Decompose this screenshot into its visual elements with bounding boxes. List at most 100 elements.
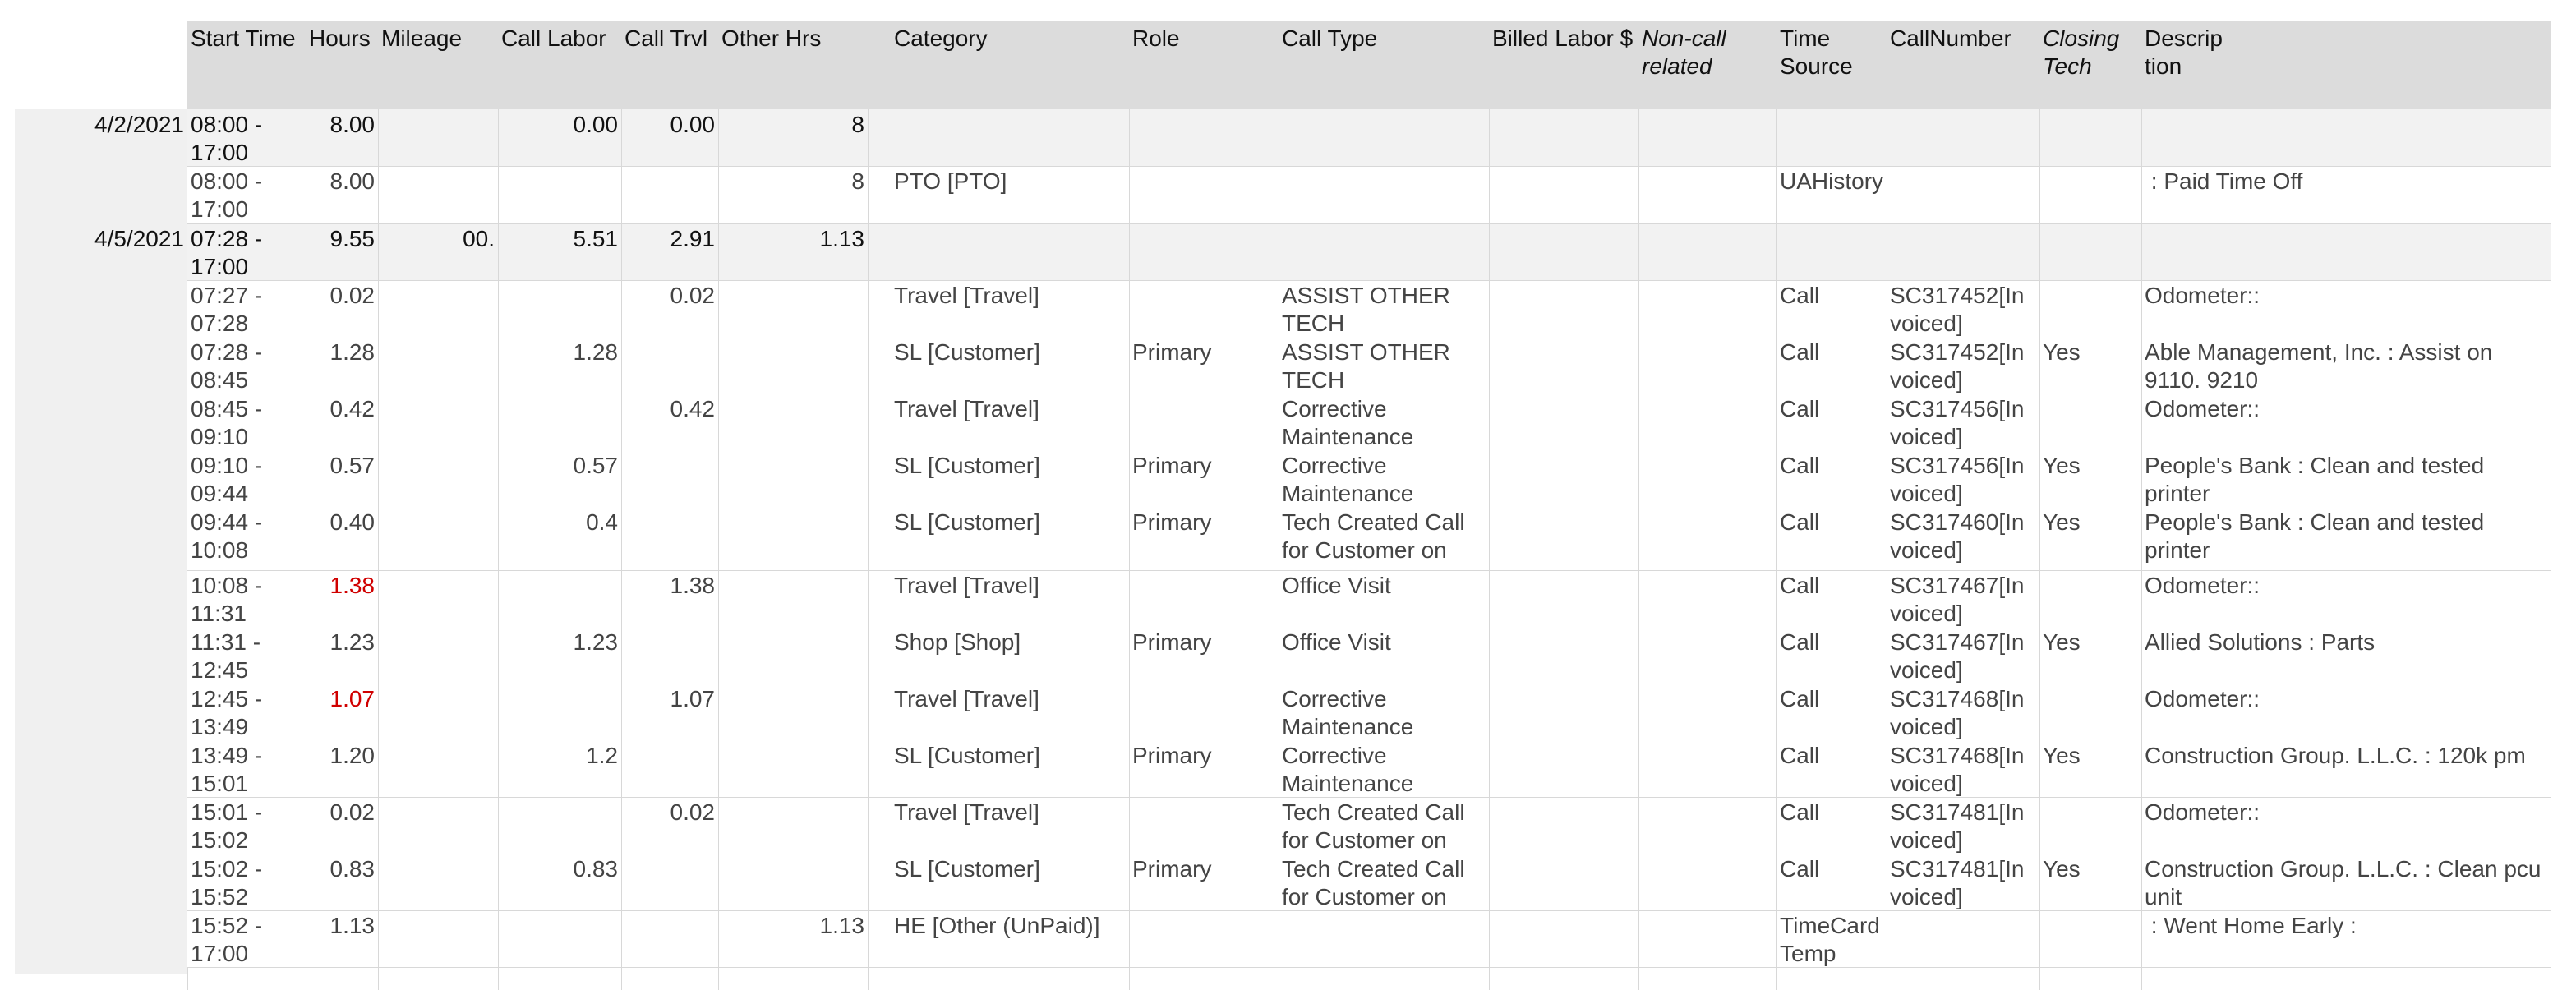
cell-call-labor: 0.4: [586, 509, 618, 535]
cell-time-source: Call: [1780, 743, 1820, 768]
cell-call-number: SC317456[In voiced]: [1890, 396, 2025, 449]
cell-call-number: SC317481[In voiced]: [1890, 856, 2025, 909]
cell-hours: 0.57: [329, 453, 376, 478]
cell-role: Primary: [1132, 509, 1212, 535]
cell-mileage: 00.: [463, 226, 495, 251]
cell-call-trvl: 0.02: [670, 283, 716, 308]
cell-description: Odometer::: [2145, 686, 2260, 711]
cell-hours: 1.38: [329, 573, 376, 598]
cell-description: People's Bank : Clean and tested printer: [2145, 509, 2485, 563]
column-header-call-type[interactable]: Call Type: [1279, 21, 1489, 53]
cell-call-trvl: 1.07: [670, 686, 716, 711]
cell-time-source: UAHistory: [1780, 168, 1884, 194]
column-header-other-hrs[interactable]: Other Hrs: [718, 21, 891, 53]
cell-call-number: SC317481[In voiced]: [1890, 799, 2025, 853]
cell-other-hrs: 8: [851, 168, 864, 194]
cell-description: Able Management, Inc. : Assist on 9110. …: [2145, 339, 2493, 393]
cell-call-type: Corrective Maintenance: [1282, 686, 1414, 739]
cell-start-time: 07:27 - 07:28: [191, 283, 263, 336]
summary-row[interactable]: [0, 109, 2576, 166]
column-header-description[interactable]: Descrip tion: [2141, 21, 2551, 81]
cell-call-type: ASSIST OTHER TECH: [1282, 283, 1450, 336]
cell-call-labor: 1.23: [573, 629, 619, 655]
column-header-closing-tech[interactable]: Closing Tech: [2039, 21, 2141, 81]
cell-time-source: Call: [1780, 856, 1820, 882]
cell-category: HE [Other (UnPaid)]: [894, 913, 1100, 938]
cell-call-trvl: 0.42: [670, 396, 716, 421]
cell-start-time: 08:00 - 17:00: [191, 168, 263, 222]
row-divider: [187, 967, 2551, 968]
cell-time-source: Call: [1780, 339, 1820, 365]
cell-role: Primary: [1132, 629, 1212, 655]
cell-category: Shop [Shop]: [894, 629, 1021, 655]
cell-other-hrs: 8: [851, 112, 864, 137]
cell-closing-tech: Yes: [2043, 339, 2081, 365]
cell-time-source: Call: [1780, 799, 1820, 825]
cell-start-time: 09:10 - 09:44: [191, 453, 263, 506]
column-header-time-source[interactable]: Time Source: [1776, 21, 1887, 81]
cell-description: Construction Group. L.L.C. : Clean pcu u…: [2145, 856, 2541, 909]
cell-description: : Paid Time Off: [2145, 168, 2303, 194]
cell-category: SL [Customer]: [894, 509, 1040, 535]
column-header-call-number[interactable]: CallNumber: [1887, 21, 2039, 53]
column-header-start-time[interactable]: Start Time: [187, 21, 306, 53]
cell-hours: 1.23: [329, 629, 376, 655]
cell-start-time: 13:49 - 15:01: [191, 743, 263, 796]
cell-call-type: Corrective Maintenance: [1282, 453, 1414, 506]
cell-closing-tech: Yes: [2043, 509, 2081, 535]
cell-other-hrs: 1.13: [819, 226, 865, 251]
cell-call-labor: 1.2: [586, 743, 618, 768]
cell-role: Primary: [1132, 339, 1212, 365]
cell-start-time: 08:00 - 17:00: [191, 112, 263, 165]
cell-category: SL [Customer]: [894, 453, 1040, 478]
column-divider: [187, 967, 188, 990]
row-date: 4/5/2021: [94, 226, 184, 251]
cell-call-trvl: 2.91: [670, 226, 716, 251]
cell-call-number: SC317468[In voiced]: [1890, 686, 2025, 739]
column-header-non-call[interactable]: Non-call related: [1638, 21, 1776, 81]
cell-hours: 0.02: [329, 799, 376, 825]
cell-description: Construction Group. L.L.C. : 120k pm: [2145, 743, 2526, 768]
row-date: 4/2/2021: [94, 112, 184, 137]
column-header-call-labor[interactable]: Call Labor: [498, 21, 621, 53]
cell-category: Travel [Travel]: [894, 573, 1039, 598]
cell-call-trvl: 0.02: [670, 799, 716, 825]
cell-description: Allied Solutions : Parts: [2145, 629, 2376, 655]
cell-call-labor: 0.00: [573, 112, 619, 137]
cell-category: Travel [Travel]: [894, 799, 1039, 825]
cell-call-number: SC317467[In voiced]: [1890, 573, 2025, 626]
cell-call-type: Office Visit: [1282, 629, 1391, 655]
cell-category: PTO [PTO]: [894, 168, 1007, 194]
column-header-mileage[interactable]: Mileage: [378, 21, 498, 53]
cell-call-type: Tech Created Call for Customer on: [1282, 799, 1465, 853]
cell-hours: 0.02: [329, 283, 376, 308]
cell-call-number: SC317460[In voiced]: [1890, 509, 2025, 563]
cell-start-time: 07:28 - 08:45: [191, 339, 263, 393]
cell-call-trvl: 0.00: [670, 112, 716, 137]
cell-description: Odometer::: [2145, 396, 2260, 421]
cell-hours: 1.13: [329, 913, 376, 938]
column-header-category[interactable]: Category: [891, 21, 1129, 53]
cell-start-time: 08:45 - 09:10: [191, 396, 263, 449]
cell-closing-tech: Yes: [2043, 743, 2081, 768]
cell-call-labor: 0.83: [573, 856, 619, 882]
cell-hours: 1.07: [329, 686, 376, 711]
column-header-billed-labor[interactable]: Billed Labor $: [1489, 21, 1638, 53]
cell-call-labor: 0.57: [573, 453, 619, 478]
column-header-role[interactable]: Role: [1129, 21, 1279, 53]
cell-start-time: 07:28 - 17:00: [191, 226, 263, 279]
cell-time-source: Call: [1780, 573, 1820, 598]
column-header-call-trvl[interactable]: Call Trvl: [621, 21, 718, 53]
cell-start-time: 15:52 - 17:00: [191, 913, 263, 966]
cell-category: Travel [Travel]: [894, 396, 1039, 421]
cell-call-type: Tech Created Call for Customer on: [1282, 856, 1465, 909]
column-header-hours[interactable]: Hours: [306, 21, 378, 53]
cell-role: Primary: [1132, 453, 1212, 478]
cell-hours: 8.00: [329, 168, 376, 194]
cell-category: SL [Customer]: [894, 856, 1040, 882]
cell-time-source: Call: [1780, 509, 1820, 535]
cell-start-time: 11:31 - 12:45: [191, 629, 261, 683]
cell-call-number: SC317456[In voiced]: [1890, 453, 2025, 506]
cell-hours: 9.55: [329, 226, 376, 251]
cell-call-number: SC317452[In voiced]: [1890, 339, 2025, 393]
